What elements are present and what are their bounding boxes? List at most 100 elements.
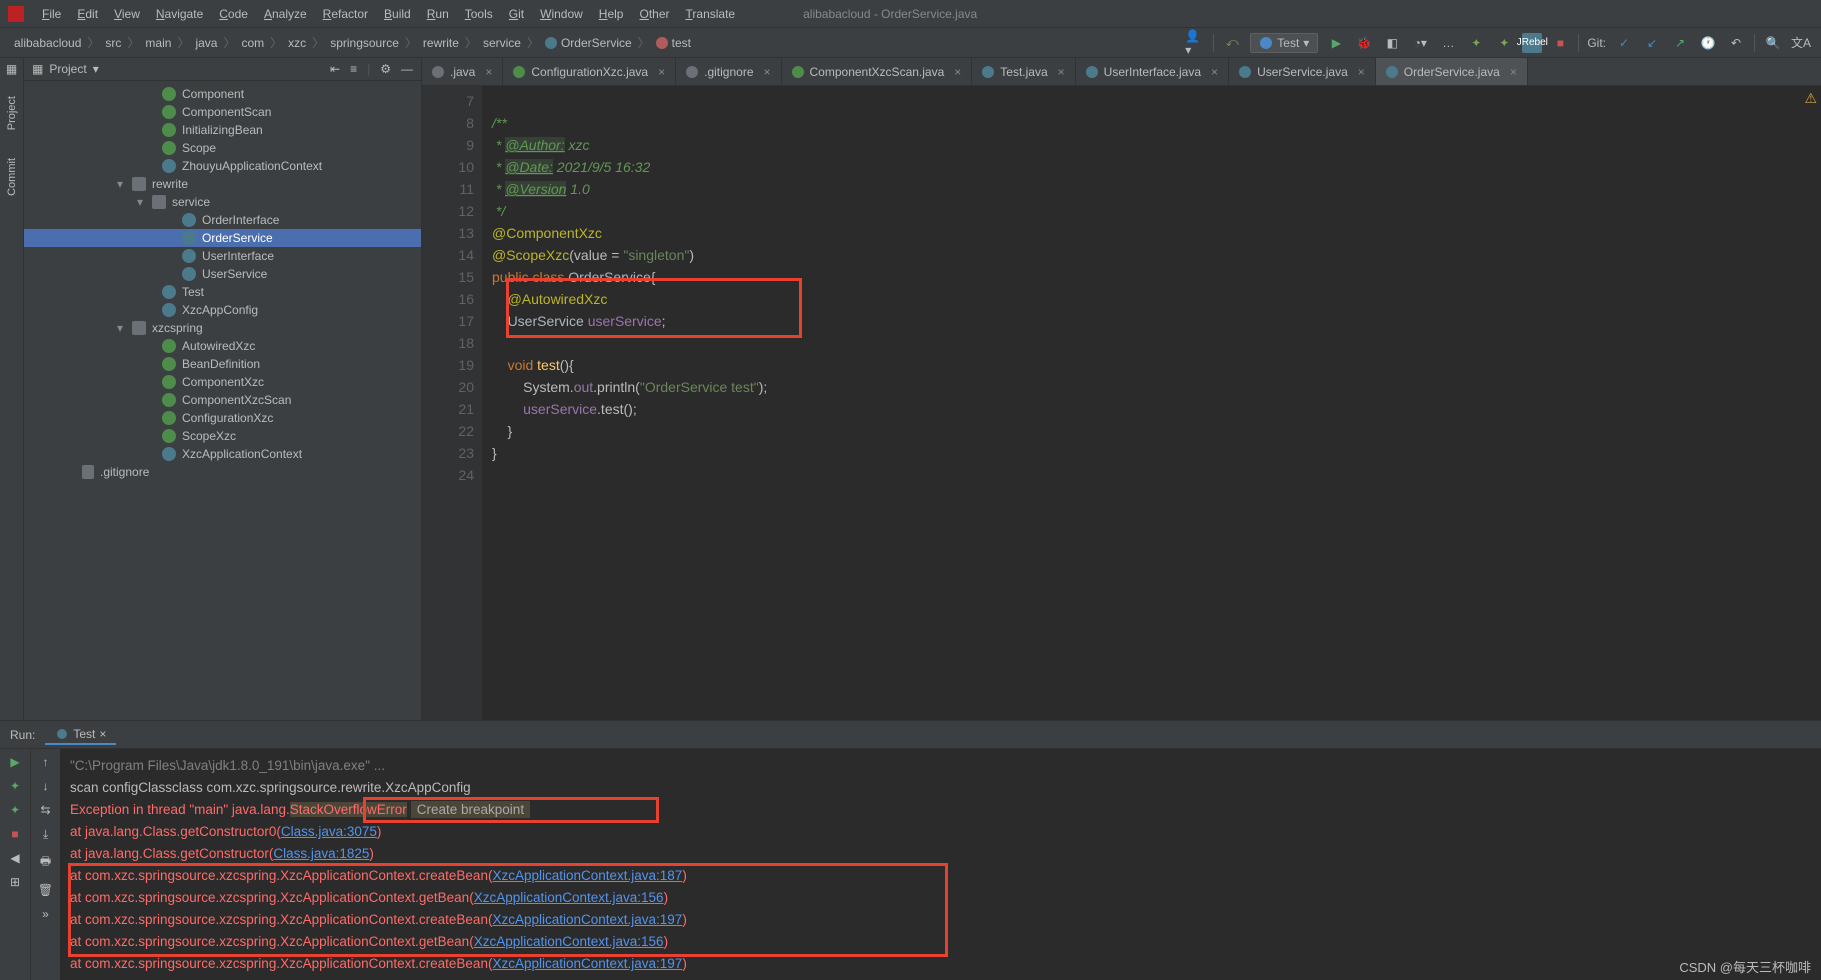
code-line[interactable]: userService.test(); <box>492 398 1821 420</box>
menu-build[interactable]: Build <box>376 7 419 21</box>
git-history-icon[interactable]: 🕐 <box>1698 33 1718 53</box>
menu-file[interactable]: File <box>34 7 69 21</box>
project-tree[interactable]: ComponentComponentScanInitializingBeanSc… <box>24 81 421 720</box>
line-number[interactable]: 21 <box>422 398 474 420</box>
menu-navigate[interactable]: Navigate <box>148 7 211 21</box>
jrebel-debug-button[interactable]: ✦ <box>1494 33 1514 53</box>
jrebel-button[interactable]: ✦ <box>1466 33 1486 53</box>
rerun-icon[interactable]: ▶ <box>10 755 19 769</box>
attach-button[interactable]: … <box>1438 33 1458 53</box>
run-configuration-selector[interactable]: Test ▾ <box>1250 33 1318 53</box>
close-icon[interactable]: × <box>764 65 771 79</box>
editor-tab--java[interactable]: .java× <box>422 58 503 85</box>
wrap-icon[interactable]: ⇆ <box>40 803 50 817</box>
back-stack-icon[interactable]: ◀ <box>10 851 19 865</box>
code-line[interactable]: @AutowiredXzc <box>492 288 1821 310</box>
line-number[interactable]: 11 <box>422 178 474 200</box>
console-line[interactable]: Exception in thread "main" java.lang.Sta… <box>70 799 1811 821</box>
code-line[interactable]: void test(){ <box>492 354 1821 376</box>
code-line[interactable]: } <box>492 420 1821 442</box>
line-number[interactable]: 9 <box>422 134 474 156</box>
debug-button[interactable]: 🐞 <box>1354 33 1374 53</box>
editor-tab-orderservice-java[interactable]: OrderService.java× <box>1376 58 1528 85</box>
tree-item-scope[interactable]: Scope <box>24 139 421 157</box>
code-line[interactable]: @ComponentXzc <box>492 222 1821 244</box>
tree-item-orderservice[interactable]: OrderService <box>24 229 421 247</box>
menu-refactor[interactable]: Refactor <box>315 7 376 21</box>
tree-item-scopexzc[interactable]: ScopeXzc <box>24 427 421 445</box>
project-panel-title[interactable]: Project <box>49 62 86 76</box>
breadcrumb-item[interactable]: alibabacloud <box>10 36 85 50</box>
tree-item-service[interactable]: ▾service <box>24 193 421 211</box>
line-number[interactable]: 13 <box>422 222 474 244</box>
jrebel-config-button[interactable]: JRebel <box>1522 33 1542 53</box>
code-editor[interactable]: 789101112131415161718192021222324 /** * … <box>422 86 1821 720</box>
tree-item-component[interactable]: Component <box>24 85 421 103</box>
code-line[interactable]: @ScopeXzc(value = "singleton") <box>492 244 1821 266</box>
menu-help[interactable]: Help <box>591 7 632 21</box>
line-number[interactable]: 20 <box>422 376 474 398</box>
code-line[interactable]: * @Version 1.0 <box>492 178 1821 200</box>
coverage-button[interactable]: ◧ <box>1382 33 1402 53</box>
menu-other[interactable]: Other <box>631 7 677 21</box>
line-number[interactable]: 24 <box>422 464 474 486</box>
close-icon[interactable]: × <box>658 65 665 79</box>
chevron-down-icon[interactable]: ▾ <box>93 62 99 76</box>
tree-item-zhouyuapplicationcontext[interactable]: ZhouyuApplicationContext <box>24 157 421 175</box>
menu-analyze[interactable]: Analyze <box>256 7 315 21</box>
expand-icon[interactable]: ≡ <box>350 62 357 76</box>
breadcrumb-item[interactable]: test <box>652 36 695 50</box>
run-button[interactable]: ▶ <box>1326 33 1346 53</box>
close-icon[interactable]: × <box>485 65 492 79</box>
tree-item-xzcspring[interactable]: ▾xzcspring <box>24 319 421 337</box>
breadcrumb-item[interactable]: rewrite <box>419 36 463 50</box>
tree-item-autowiredxzc[interactable]: AutowiredXzc <box>24 337 421 355</box>
up-icon[interactable]: ↑ <box>43 755 49 769</box>
console-output[interactable]: "C:\Program Files\Java\jdk1.8.0_191\bin\… <box>60 749 1821 980</box>
code-content[interactable]: /** * @Author: xzc * @Date: 2021/9/5 16:… <box>482 86 1821 720</box>
console-line[interactable]: at com.xzc.springsource.xzcspring.XzcApp… <box>70 887 1811 909</box>
search-icon[interactable]: 🔍 <box>1763 33 1783 53</box>
line-number[interactable]: 8 <box>422 112 474 134</box>
tree-item-rewrite[interactable]: ▾rewrite <box>24 175 421 193</box>
tree-item-componentxzcscan[interactable]: ComponentXzcScan <box>24 391 421 409</box>
breadcrumb-item[interactable]: java <box>191 36 221 50</box>
trash-icon[interactable]: 🗑 <box>38 883 53 897</box>
down-icon[interactable]: ↓ <box>43 779 49 793</box>
git-update-icon[interactable]: ↙ <box>1642 33 1662 53</box>
tree-item-beandefinition[interactable]: BeanDefinition <box>24 355 421 373</box>
menu-window[interactable]: Window <box>532 7 591 21</box>
menu-run[interactable]: Run <box>419 7 457 21</box>
stop-icon[interactable]: ■ <box>11 827 18 841</box>
translate-icon[interactable]: 文A <box>1791 33 1811 53</box>
code-line[interactable]: public class OrderService{ <box>492 266 1821 288</box>
breadcrumb-item[interactable]: src <box>101 36 125 50</box>
tree-item-.gitignore[interactable]: .gitignore <box>24 463 421 481</box>
code-line[interactable] <box>492 464 1821 486</box>
tree-item-xzcappconfig[interactable]: XzcAppConfig <box>24 301 421 319</box>
console-line[interactable]: "C:\Program Files\Java\jdk1.8.0_191\bin\… <box>70 755 1811 777</box>
console-line[interactable]: at com.xzc.springsource.xzcspring.XzcApp… <box>70 865 1811 887</box>
collapse-left-icon[interactable]: ⇤ <box>330 62 340 76</box>
layout-icon[interactable]: ⊞ <box>10 875 20 889</box>
more-icon[interactable]: » <box>42 907 49 921</box>
console-line[interactable]: at com.xzc.springsource.xzcspring.XzcApp… <box>70 931 1811 953</box>
console-line[interactable]: at com.xzc.springsource.xzcspring.XzcApp… <box>70 909 1811 931</box>
git-commit-icon[interactable]: ✓ <box>1614 33 1634 53</box>
line-number[interactable]: 16 <box>422 288 474 310</box>
tree-item-initializingbean[interactable]: InitializingBean <box>24 121 421 139</box>
line-number[interactable]: 15 <box>422 266 474 288</box>
git-revert-icon[interactable]: ↶ <box>1726 33 1746 53</box>
code-line[interactable]: * @Author: xzc <box>492 134 1821 156</box>
editor-tab-test-java[interactable]: Test.java× <box>972 58 1075 85</box>
line-number[interactable]: 17 <box>422 310 474 332</box>
editor-tab-userinterface-java[interactable]: UserInterface.java× <box>1076 58 1229 85</box>
gutter[interactable]: 789101112131415161718192021222324 <box>422 86 482 720</box>
warning-icon[interactable]: ⚠ <box>1804 90 1817 107</box>
user-icon[interactable]: 👤▾ <box>1185 33 1205 53</box>
profile-button[interactable]: ◔▾ <box>1410 33 1430 53</box>
editor-tab-configurationxzc-java[interactable]: ConfigurationXzc.java× <box>503 58 676 85</box>
breadcrumb-item[interactable]: OrderService <box>541 36 636 50</box>
code-line[interactable]: } <box>492 442 1821 464</box>
breadcrumb-item[interactable]: main <box>141 36 175 50</box>
